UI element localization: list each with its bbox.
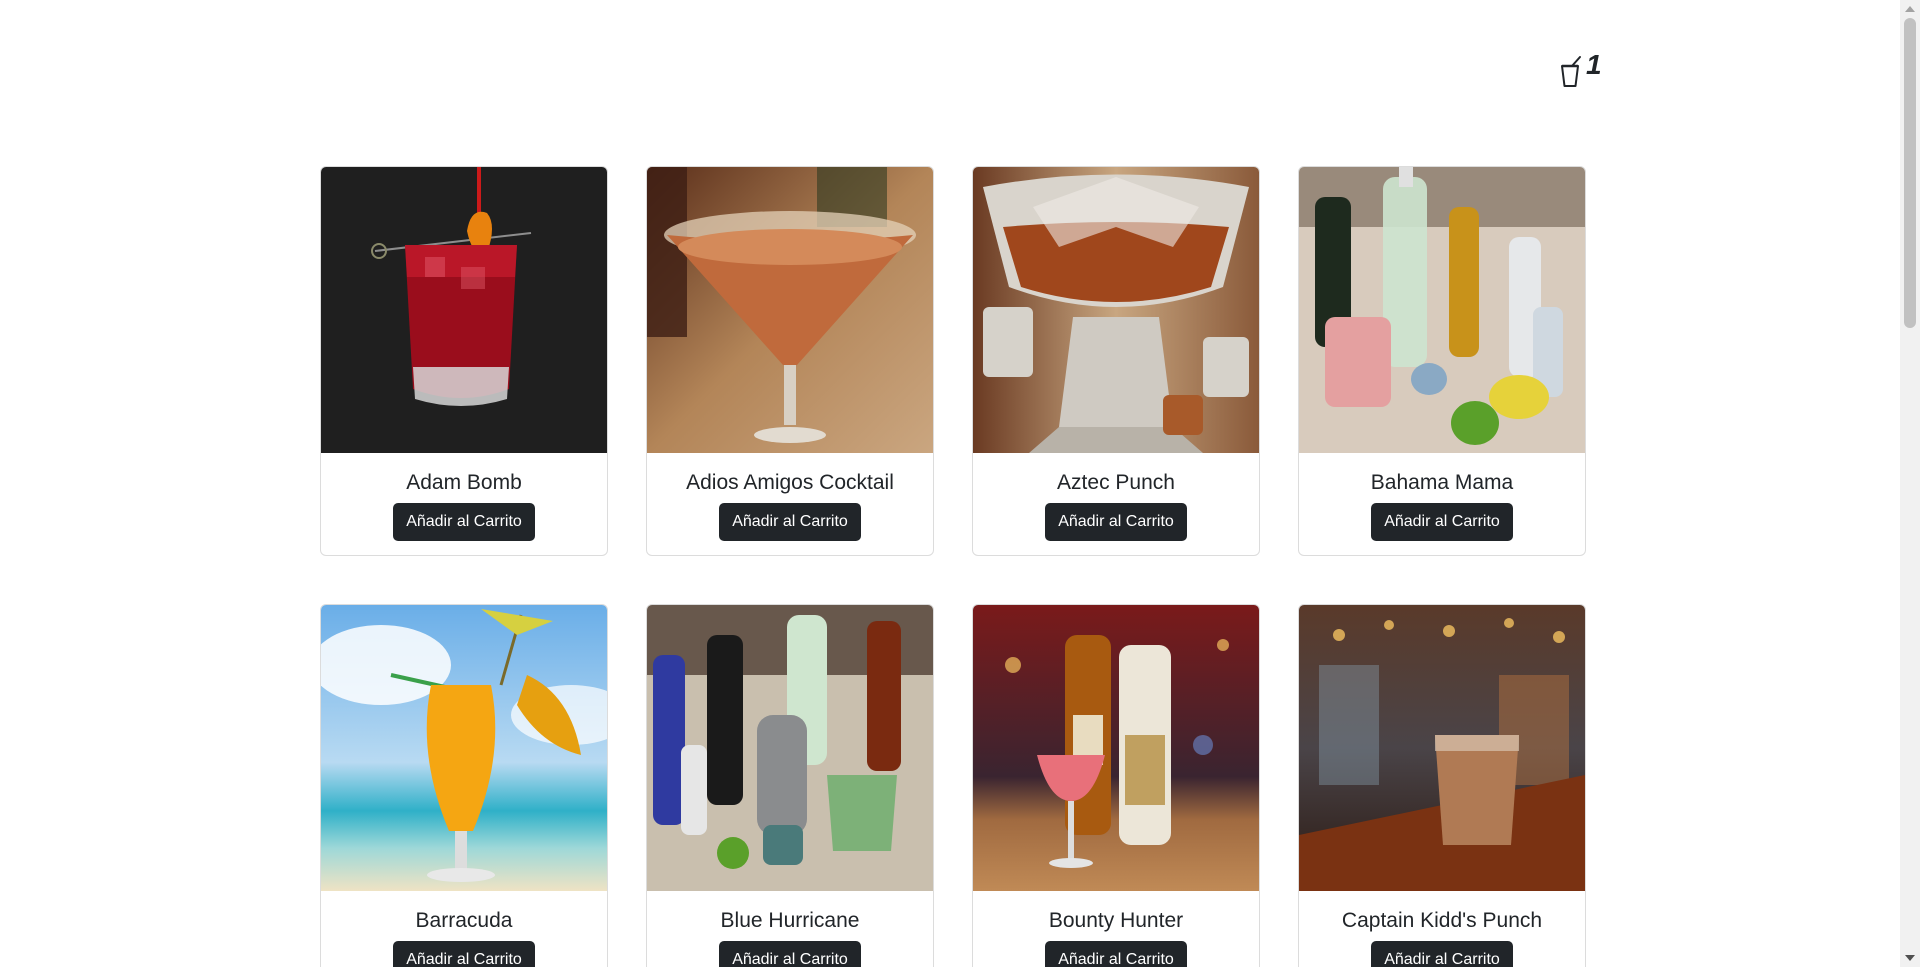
scroll-up-arrow-icon[interactable] (1905, 6, 1915, 12)
product-image[interactable] (321, 605, 607, 891)
product-name: Adios Amigos Cocktail (686, 471, 894, 494)
add-to-cart-button[interactable]: Añadir al Carrito (719, 941, 861, 967)
product-card: Blue Hurricane Añadir al Carrito (646, 604, 934, 967)
product-image[interactable] (973, 605, 1259, 891)
product-name: Captain Kidd's Punch (1341, 909, 1543, 932)
product-card: Adam Bomb Añadir al Carrito (320, 166, 608, 556)
product-name: Adam Bomb (406, 471, 522, 494)
product-image[interactable] (1299, 167, 1585, 453)
product-card: Bahama Mama Añadir al Carrito (1298, 166, 1586, 556)
product-card: Barracuda Añadir al Carrito (320, 604, 608, 967)
product-grid: Adam Bomb Añadir al Carrito Adios Amigos… (320, 166, 1586, 967)
product-image[interactable] (321, 167, 607, 453)
add-to-cart-button[interactable]: Añadir al Carrito (1371, 941, 1513, 967)
product-image[interactable] (647, 605, 933, 891)
product-card: Bounty Hunter Añadir al Carrito (972, 604, 1260, 967)
product-image[interactable] (647, 167, 933, 453)
add-to-cart-button[interactable]: Añadir al Carrito (719, 503, 861, 541)
product-card: Aztec Punch Añadir al Carrito (972, 166, 1260, 556)
add-to-cart-button[interactable]: Añadir al Carrito (393, 941, 535, 967)
cart-indicator[interactable]: 1 (1556, 50, 1602, 90)
add-to-cart-button[interactable]: Añadir al Carrito (1045, 941, 1187, 967)
scroll-down-arrow-icon[interactable] (1905, 955, 1915, 961)
scrollbar-thumb[interactable] (1904, 18, 1916, 328)
product-card: Captain Kidd's Punch Añadir al Carrito (1298, 604, 1586, 967)
add-to-cart-button[interactable]: Añadir al Carrito (393, 503, 535, 541)
add-to-cart-button[interactable]: Añadir al Carrito (1371, 503, 1513, 541)
product-name: Bounty Hunter (1048, 909, 1184, 932)
cup-icon (1561, 56, 1581, 87)
product-card: Adios Amigos Cocktail Añadir al Carrito (646, 166, 934, 556)
add-to-cart-button[interactable]: Añadir al Carrito (1045, 503, 1187, 541)
product-name: Barracuda (415, 909, 513, 932)
cart-count: 1 (1586, 49, 1602, 80)
product-name: Blue Hurricane (720, 909, 860, 932)
vertical-scrollbar[interactable] (1900, 0, 1920, 967)
page: 1 Adam Bomb Añadir al Carrito Adios Amig… (0, 0, 1900, 967)
product-image[interactable] (973, 167, 1259, 453)
product-name: Aztec Punch (1057, 471, 1175, 494)
product-name: Bahama Mama (1370, 471, 1514, 494)
product-image[interactable] (1299, 605, 1585, 891)
